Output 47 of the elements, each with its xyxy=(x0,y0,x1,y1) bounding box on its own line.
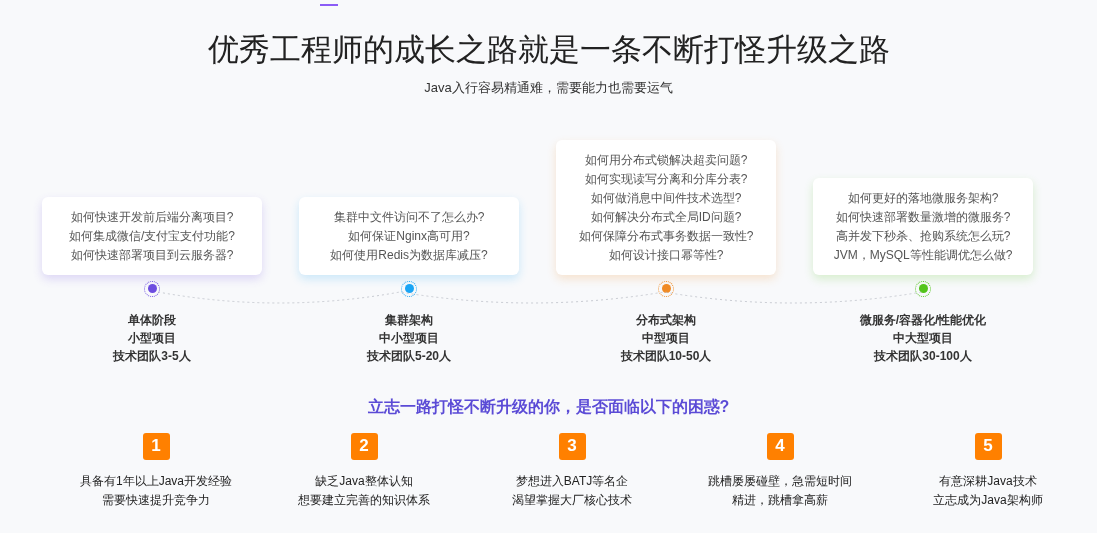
question-text: JVM，MySQL等性能调优怎么做? xyxy=(833,246,1013,263)
number-badge: 2 xyxy=(350,432,378,460)
stage-label: 技术团队10-50人 xyxy=(620,347,712,365)
question-text: 如何更好的落地微服务架构? xyxy=(847,189,999,206)
stage-label: 小型项目 xyxy=(128,329,176,347)
stage-label: 中型项目 xyxy=(642,329,690,347)
trouble-text: 渴望掌握大厂核心技术 xyxy=(512,491,632,509)
question-text: 如何快速部署项目到云服务器? xyxy=(70,246,234,263)
trouble-text: 立志成为Java架构师 xyxy=(933,491,1043,509)
accent-line xyxy=(320,4,338,6)
trouble-text: 具备有1年以上Java开发经验 xyxy=(80,472,232,490)
question-text: 如何保证Nginx高可用? xyxy=(348,227,470,244)
question-text: 如何解决分布式全局ID问题? xyxy=(590,208,742,225)
page-title: 优秀工程师的成长之路就是一条不断打怪升级之路 xyxy=(207,31,890,69)
trouble-text: 梦想进入BATJ等名企 xyxy=(515,472,629,490)
number-badge: 3 xyxy=(558,432,586,460)
question-text: 集群中文件访问不了怎么办? xyxy=(333,208,485,225)
question-text: 高并发下秒杀、抢购系统怎么玩? xyxy=(835,227,1011,244)
stage-label: 技术团队30-100人 xyxy=(874,347,972,365)
section-heading: 立志一路打怪不断升级的你，是否面临以下的困惑? xyxy=(367,396,730,417)
question-text: 如何使用Redis为数据库减压? xyxy=(330,246,488,263)
number-badge: 4 xyxy=(766,432,794,460)
number-badge: 5 xyxy=(974,432,1002,460)
trouble-text: 需要快速提升竞争力 xyxy=(102,491,210,509)
stage-label: 集群架构 xyxy=(385,311,433,329)
question-text: 如何用分布式锁解决超卖问题? xyxy=(584,151,748,168)
question-text: 如何做消息中间件技术选型? xyxy=(590,189,742,206)
question-text: 如何快速部署数量激增的微服务? xyxy=(835,208,1011,225)
stage-label: 技术团队3-5人 xyxy=(113,347,191,365)
trouble-text: 缺乏Java整体认知 xyxy=(315,472,413,490)
number-badge: 1 xyxy=(142,432,170,460)
question-text: 如何实现读写分离和分库分表? xyxy=(584,170,748,187)
trouble-text: 想要建立完善的知识体系 xyxy=(298,491,430,509)
page-subtitle: Java入行容易精通难，需要能力也需要运气 xyxy=(424,79,673,97)
trouble-text: 跳槽屡屡碰壁，急需短时间 xyxy=(708,472,852,490)
question-text: 如何集成微信/支付宝支付功能? xyxy=(69,227,235,244)
stage-label: 中大型项目 xyxy=(893,329,953,347)
question-text: 如何设计接口幂等性? xyxy=(608,246,724,263)
question-text: 如何保障分布式事务数据一致性? xyxy=(578,227,754,244)
stage-label: 技术团队5-20人 xyxy=(367,347,451,365)
trouble-text: 精进，跳槽拿高薪 xyxy=(732,491,828,509)
question-text: 如何快速开发前后端分离项目? xyxy=(70,208,234,225)
trouble-text: 有意深耕Java技术 xyxy=(939,472,1037,490)
stage-label: 中小型项目 xyxy=(379,329,439,347)
stage-label: 分布式架构 xyxy=(636,311,696,329)
stage-label: 单体阶段 xyxy=(128,311,176,329)
stage-label: 微服务/容器化/性能优化 xyxy=(859,311,987,329)
